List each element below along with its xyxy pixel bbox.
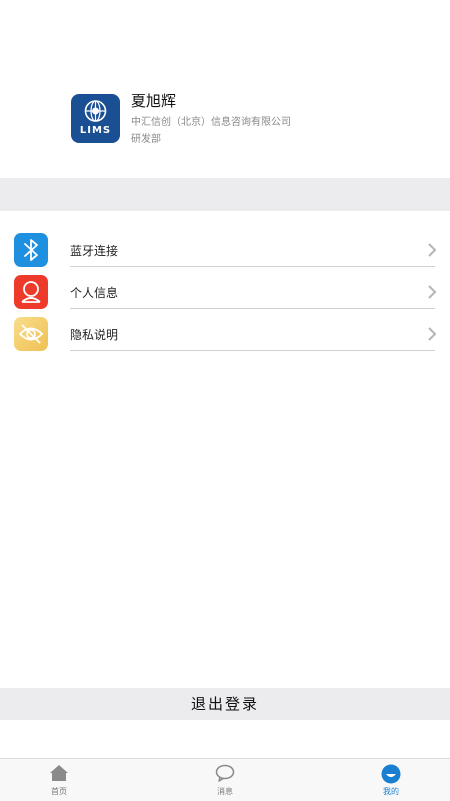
divider bbox=[70, 266, 435, 267]
menu-item-bluetooth[interactable]: 蓝牙连接 bbox=[0, 233, 450, 275]
tab-label: 消息 bbox=[217, 787, 233, 796]
logo-text: LIMS bbox=[79, 125, 112, 136]
profile-icon bbox=[381, 764, 401, 784]
person-icon bbox=[14, 275, 48, 309]
tab-home[interactable]: 首页 bbox=[9, 759, 109, 801]
chevron-right-icon bbox=[428, 243, 437, 257]
department-name: 研发部 bbox=[131, 134, 161, 145]
divider bbox=[70, 350, 435, 351]
tab-label: 我的 bbox=[383, 787, 399, 796]
section-divider bbox=[0, 178, 450, 211]
user-name: 夏旭辉 bbox=[131, 92, 177, 110]
chevron-right-icon bbox=[428, 327, 437, 341]
divider bbox=[70, 308, 435, 309]
menu-label: 个人信息 bbox=[70, 286, 119, 300]
eye-slash-icon bbox=[14, 317, 48, 351]
chevron-right-icon bbox=[428, 285, 437, 299]
message-icon bbox=[215, 764, 235, 782]
company-logo: LIMS bbox=[71, 94, 120, 143]
home-icon bbox=[50, 765, 68, 781]
menu-label: 隐私说明 bbox=[70, 328, 119, 342]
tab-mine[interactable]: 我的 bbox=[341, 759, 441, 801]
menu-label: 蓝牙连接 bbox=[70, 244, 119, 258]
company-name: 中汇信创（北京）信息咨询有限公司 bbox=[131, 117, 291, 128]
tab-messages[interactable]: 消息 bbox=[175, 759, 275, 801]
menu-item-personal-info[interactable]: 个人信息 bbox=[0, 275, 450, 317]
menu-item-privacy[interactable]: 隐私说明 bbox=[0, 317, 450, 359]
profile-header: LIMS 夏旭辉 中汇信创（北京）信息咨询有限公司 研发部 bbox=[0, 0, 450, 178]
logout-button[interactable]: 退出登录 bbox=[0, 688, 450, 720]
bottom-tab-bar: 首页 消息 我的 bbox=[0, 758, 450, 801]
tab-label: 首页 bbox=[51, 787, 67, 796]
bluetooth-icon bbox=[14, 233, 48, 267]
